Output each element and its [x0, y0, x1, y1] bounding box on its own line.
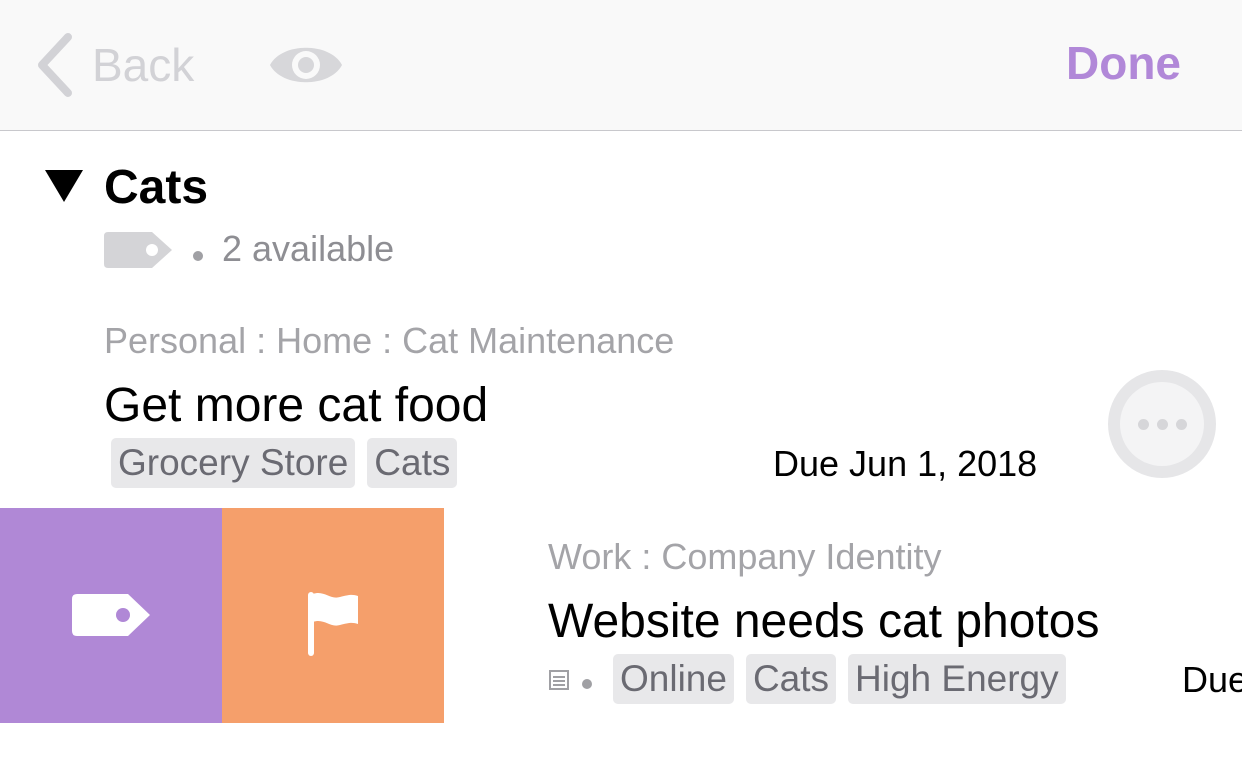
tag-chip[interactable]: High Energy [848, 654, 1066, 704]
task-title[interactable]: Website needs cat photos [548, 594, 1099, 649]
chevron-left-icon [38, 33, 72, 97]
swipe-flag-button[interactable] [222, 508, 444, 723]
separator-bullet [582, 679, 592, 689]
flag-icon [308, 592, 358, 656]
tag-chip[interactable]: Grocery Store [111, 438, 356, 488]
note-icon [549, 670, 569, 690]
due-date: Due [1182, 659, 1242, 700]
task-title[interactable]: Get more cat food [104, 378, 488, 433]
disclosure-triangle-icon[interactable] [45, 170, 83, 202]
tag-chip[interactable]: Cats [745, 654, 837, 704]
eye-icon [270, 47, 342, 83]
navigation-bar: Back Done [0, 0, 1242, 131]
tag-list: Grocery Store Cats [111, 438, 458, 488]
more-options-button[interactable] [1108, 370, 1216, 478]
done-button[interactable]: Done [1066, 36, 1181, 90]
tag-list: Online Cats High Energy [613, 654, 1066, 704]
tag-chip[interactable]: Online [613, 654, 734, 704]
due-date: Due Jun 1, 2018 [773, 443, 1038, 484]
tag-icon [72, 594, 150, 636]
group-title: Cats [104, 161, 209, 214]
project-path: Work : Company Identity [548, 536, 942, 577]
separator-bullet [193, 251, 203, 261]
tag-icon [104, 232, 172, 268]
eye-button[interactable] [268, 38, 344, 92]
project-path: Personal : Home : Cat Maintenance [104, 320, 675, 361]
back-label: Back [92, 39, 195, 91]
swipe-tag-button[interactable] [0, 508, 222, 723]
tag-chip[interactable]: Cats [367, 438, 458, 488]
ellipsis-icon [1120, 382, 1204, 466]
available-count: 2 available [222, 228, 395, 269]
back-button[interactable]: Back [34, 30, 194, 100]
